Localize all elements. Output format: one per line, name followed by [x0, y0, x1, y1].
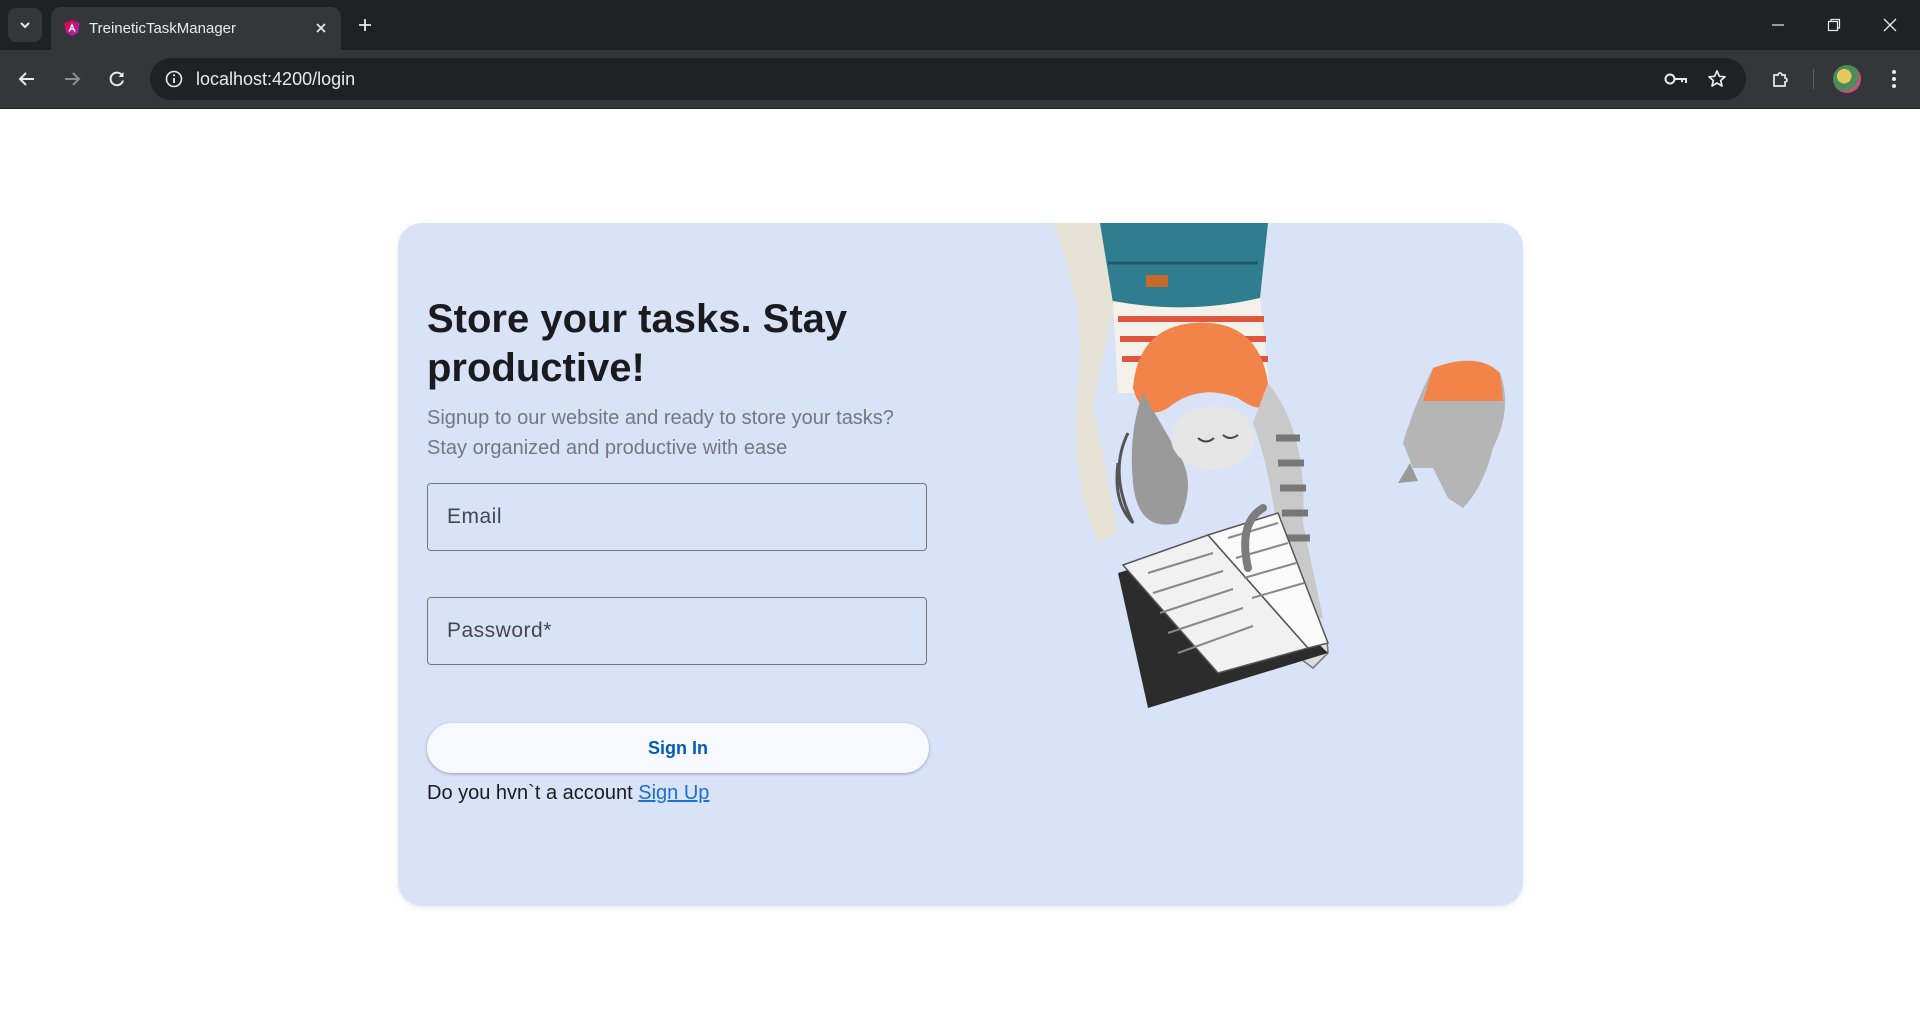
restore-button[interactable]	[1806, 0, 1862, 50]
reload-icon	[109, 71, 124, 87]
toolbar-divider	[1813, 69, 1814, 89]
chevron-down-icon	[20, 22, 30, 29]
star-icon	[1708, 70, 1726, 87]
minimize-button[interactable]	[1750, 0, 1806, 50]
info-icon	[165, 70, 183, 88]
angular-logo-icon	[64, 20, 80, 36]
tab-title: TreineticTaskManager	[89, 20, 237, 37]
minimize-icon	[1772, 24, 1784, 26]
password-field	[427, 597, 927, 665]
close-icon	[316, 23, 326, 33]
sign-in-button[interactable]: Sign In	[427, 723, 929, 773]
close-icon	[1883, 18, 1897, 32]
new-tab-button[interactable]	[350, 10, 380, 40]
page-subtext: Signup to our website and ready to store…	[427, 407, 894, 459]
plus-icon	[359, 19, 371, 31]
forward-button[interactable]	[54, 61, 90, 97]
page-headline: Store your tasks. Stay productive!	[427, 297, 848, 390]
arrow-right-icon	[65, 72, 81, 86]
close-window-button[interactable]	[1862, 0, 1918, 50]
profile-avatar[interactable]	[1833, 65, 1861, 93]
address-bar[interactable]: localhost:4200/login	[150, 58, 1746, 100]
sign-up-link[interactable]: Sign Up	[638, 782, 709, 804]
restore-icon	[1827, 18, 1841, 32]
arrow-left-icon	[18, 72, 34, 86]
tab-close-button[interactable]	[309, 16, 333, 40]
reading-girl-illustration	[1053, 223, 1506, 708]
kebab-icon	[1892, 70, 1896, 88]
browser-toolbar: localhost:4200/login	[0, 50, 1920, 109]
url-text: localhost:4200/login	[196, 69, 356, 89]
extensions-button[interactable]	[1763, 61, 1799, 97]
key-icon	[1664, 73, 1687, 85]
tab-list-button[interactable]	[8, 8, 42, 42]
signup-row: Do you hvn`t a account Sign Up	[427, 782, 709, 805]
tab-bar: TreineticTaskManager	[0, 0, 1920, 50]
login-card: Store your tasks. Stay productive! Signu…	[398, 223, 1523, 906]
site-info-button[interactable]	[160, 65, 188, 93]
email-input[interactable]	[428, 484, 926, 550]
browser-tab[interactable]: TreineticTaskManager	[51, 7, 341, 50]
bookmark-button[interactable]	[1703, 65, 1731, 93]
password-input[interactable]	[428, 598, 926, 664]
reload-button[interactable]	[99, 61, 135, 97]
password-manager-button[interactable]	[1662, 65, 1690, 93]
browser-menu-button[interactable]	[1876, 61, 1912, 97]
signup-prompt: Do you hvn`t a account	[427, 782, 633, 804]
puzzle-icon	[1773, 72, 1788, 87]
email-field	[427, 483, 927, 551]
back-button[interactable]	[9, 61, 45, 97]
